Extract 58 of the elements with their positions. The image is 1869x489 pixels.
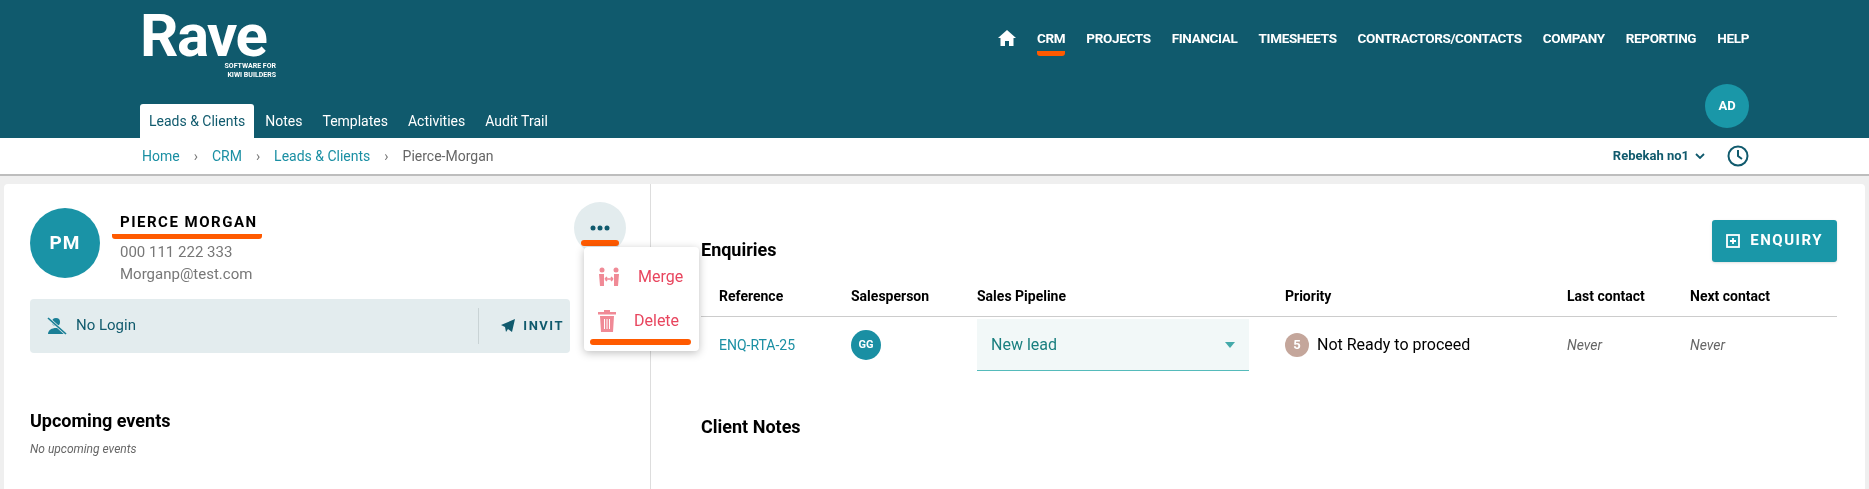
column-header: Last contact — [1567, 287, 1646, 306]
column-header: Priority — [1285, 287, 1333, 306]
tab[interactable]: Audit Trail — [476, 104, 557, 138]
trash-icon — [598, 310, 616, 332]
empty-message: No upcoming events — [30, 440, 138, 458]
more-icon — [590, 225, 610, 231]
nav-link[interactable]: TIMESHEETS — [1258, 20, 1337, 57]
priority-label: Not Ready to proceed — [1317, 334, 1471, 356]
section-title: Client Notes — [701, 415, 802, 439]
tab[interactable]: Activities — [398, 104, 475, 138]
logo-wordmark[interactable]: Rave — [140, 10, 267, 62]
tab[interactable]: Leads & Clients — [140, 104, 255, 138]
tab[interactable]: Notes — [256, 104, 312, 138]
column-header: Reference — [718, 287, 785, 306]
breadcrumb-separator: › — [193, 146, 198, 166]
plus-square-icon — [1726, 233, 1741, 248]
invite-button[interactable]: INVIT — [479, 315, 570, 336]
column-header: Next contact — [1690, 287, 1772, 306]
menu-item[interactable]: Delete — [584, 299, 699, 343]
tab[interactable]: Templates — [313, 104, 397, 138]
dropdown-caret-icon — [1225, 341, 1235, 348]
nav-link[interactable]: PROJECTS — [1086, 20, 1151, 57]
paper-plane-icon — [501, 318, 516, 333]
page-title: Pierce-Morgan — [402, 146, 494, 166]
nav-link[interactable]: COMPANY — [1542, 20, 1605, 57]
home-icon[interactable] — [998, 30, 1017, 47]
breadcrumb-separator: › — [384, 146, 389, 166]
user-slash-icon — [46, 316, 68, 335]
last-contact: Never — [1567, 335, 1604, 355]
nav-link[interactable]: REPORTING — [1625, 20, 1697, 57]
column-header: Salesperson — [851, 287, 931, 306]
highlight-underline — [581, 240, 619, 246]
breadcrumb-link[interactable]: Leads & Clients — [274, 145, 371, 167]
client-avatar: PM — [30, 208, 100, 278]
nav-link[interactable]: HELP — [1717, 20, 1749, 57]
clock-icon[interactable] — [1727, 145, 1749, 167]
chevron-down-icon — [1695, 153, 1705, 159]
login-status: No Login — [76, 315, 136, 337]
client-name: PIERCE MORGAN — [112, 211, 262, 239]
nav-link[interactable]: CRM — [1037, 20, 1066, 57]
salesperson-avatar: GG — [851, 330, 881, 360]
client-phone: 000 111 222 333 — [120, 241, 234, 263]
breadcrumb-link[interactable]: CRM — [211, 145, 242, 167]
menu-item[interactable]: Merge — [584, 255, 699, 299]
nav-link[interactable]: FINANCIAL — [1171, 20, 1238, 57]
account-dropdown[interactable]: Rebekah no1 — [1612, 146, 1705, 166]
nav-link[interactable]: CONTRACTORS/CONTACTS — [1357, 20, 1522, 57]
next-contact: Never — [1690, 335, 1727, 355]
client-email: Morganp@test.com — [120, 263, 254, 285]
column-header: Sales Pipeline — [977, 287, 1068, 306]
reference-link[interactable]: ENQ-RTA-25 — [701, 334, 851, 356]
section-title: Enquiries — [701, 238, 777, 262]
people-arrows-icon — [598, 267, 620, 287]
breadcrumb-link[interactable]: Home — [142, 145, 180, 167]
section-title: Upcoming events — [30, 408, 172, 433]
priority-badge: 5 — [1285, 333, 1309, 357]
pipeline-select[interactable]: New lead — [977, 319, 1249, 371]
breadcrumb-separator: › — [255, 146, 261, 166]
